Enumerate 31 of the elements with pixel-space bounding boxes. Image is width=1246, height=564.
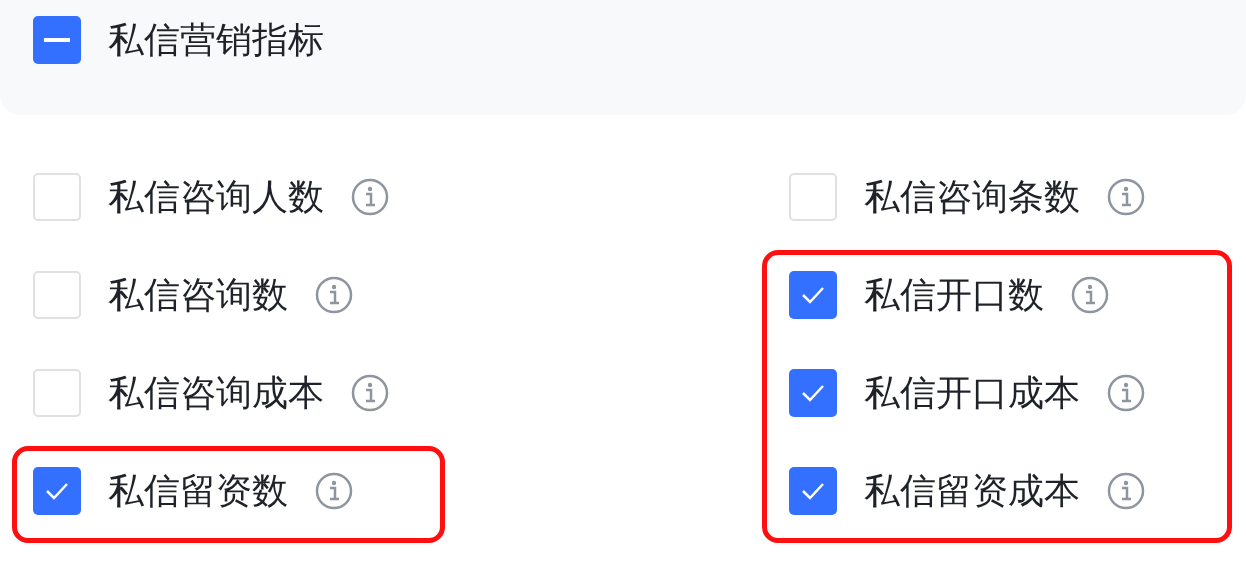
metric-label: 私信咨询条数 (864, 175, 1080, 219)
checkbox[interactable] (789, 369, 837, 417)
check-icon (800, 481, 826, 501)
metric-label: 私信留资成本 (864, 469, 1080, 513)
check-icon (800, 285, 826, 305)
metric-label: 私信咨询成本 (108, 371, 324, 415)
info-icon[interactable] (1107, 472, 1145, 510)
info-icon[interactable] (1071, 276, 1109, 314)
info-icon[interactable] (315, 276, 353, 314)
metric-label: 私信咨询数 (108, 273, 288, 317)
info-icon[interactable] (351, 178, 389, 216)
info-icon[interactable] (315, 472, 353, 510)
checkbox[interactable] (789, 173, 837, 221)
metric-label: 私信留资数 (108, 469, 288, 513)
minus-icon (44, 38, 70, 42)
checkbox[interactable] (789, 467, 837, 515)
checkbox[interactable] (33, 369, 81, 417)
checkbox[interactable] (33, 173, 81, 221)
checkbox[interactable] (789, 271, 837, 319)
info-icon[interactable] (351, 374, 389, 412)
metric-label: 私信开口成本 (864, 371, 1080, 415)
check-icon (800, 383, 826, 403)
checkbox[interactable] (33, 271, 81, 319)
metric-label: 私信咨询人数 (108, 175, 324, 219)
info-icon[interactable] (1107, 178, 1145, 216)
info-icon[interactable] (1107, 374, 1145, 412)
checkbox[interactable] (33, 467, 81, 515)
check-icon (44, 481, 70, 501)
group-title: 私信营销指标 (108, 18, 324, 62)
metric-label: 私信开口数 (864, 273, 1044, 317)
checkbox[interactable] (33, 16, 81, 64)
